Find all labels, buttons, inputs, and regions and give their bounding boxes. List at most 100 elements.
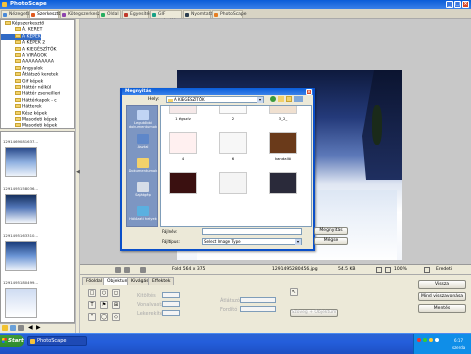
rect-tool-icon[interactable]: □ (88, 289, 96, 297)
thumbnail-list[interactable]: 1291469081637... 1291495158036... 12914951… (0, 131, 75, 323)
tab-7[interactable]: PhotoScape (212, 10, 247, 18)
tray-icon-4[interactable] (435, 338, 439, 342)
edit-option-input[interactable] (162, 310, 180, 316)
place-item[interactable]: Hálózati helyek (127, 206, 159, 221)
tray-icon-3[interactable] (429, 338, 433, 342)
filename-input[interactable] (202, 228, 302, 235)
tab-6[interactable]: Nyomtatás (183, 10, 216, 18)
stamp-tool-icon[interactable]: ⚑ (100, 301, 108, 309)
tree-item[interactable]: Á. KERET (1, 27, 42, 33)
chevron-down-icon[interactable]: ▾ (295, 239, 301, 245)
edit-option-input[interactable] (240, 297, 276, 303)
look-in-select[interactable]: A KIEGÉSZÍTŐK ▾ (166, 96, 264, 103)
open-button[interactable]: Megnyitás (314, 227, 348, 235)
thumbnail-image[interactable] (5, 194, 37, 224)
chevron-down-icon[interactable]: ▾ (257, 97, 263, 103)
cancel-button[interactable]: Mégse (314, 237, 348, 245)
folder-icon (15, 59, 21, 64)
save-button[interactable]: Mentés (418, 304, 466, 313)
filetype-select[interactable]: Select Image Type ▾ (202, 238, 302, 245)
tree-item[interactable]: AAAAAAAAAA (1, 59, 54, 65)
thumbnail-image[interactable] (5, 288, 37, 318)
zoom-out-icon[interactable] (385, 267, 391, 273)
new-folder-icon[interactable] (286, 96, 292, 102)
tree-item[interactable]: Háttér nélkül (1, 85, 51, 91)
rounded-rect-icon[interactable]: ◻ (112, 289, 120, 297)
file-thumbnail[interactable] (269, 172, 297, 194)
close-button[interactable]: × (462, 1, 469, 8)
text-tool-icon[interactable]: T (88, 301, 96, 309)
back-icon[interactable] (270, 96, 276, 102)
file-thumbnail[interactable] (269, 106, 297, 114)
tab-1[interactable]: Szerkesztő (29, 10, 61, 18)
tree-item[interactable]: Angyalok (1, 65, 43, 72)
tree-item[interactable]: Háttér zseneilleri (1, 91, 60, 97)
thumbnail-image[interactable] (5, 147, 37, 177)
tab-2[interactable]: Kötegszerkesztő (60, 10, 105, 18)
star-icon[interactable] (2, 325, 8, 331)
start-button[interactable]: Start (0, 335, 24, 347)
tab-5[interactable]: GIF animálás (150, 10, 182, 24)
zoom-in-icon[interactable] (424, 267, 430, 273)
tree-item[interactable]: Képszerkesztő (1, 21, 44, 27)
tree-item[interactable]: Masodeti képek (1, 123, 57, 128)
maximize-button[interactable]: □ (454, 1, 461, 8)
file-thumbnail[interactable] (269, 132, 297, 154)
thumbnail-image[interactable] (5, 241, 37, 271)
up-folder-icon[interactable] (278, 96, 284, 102)
place-item[interactable]: Sajátgép (127, 182, 159, 197)
tab-0[interactable]: Nézegető (1, 10, 30, 18)
tree-item[interactable]: Átlátszó keretek (1, 72, 58, 78)
quote-tool-icon[interactable]: “ (88, 313, 96, 321)
place-item[interactable]: Dokumentumok (127, 158, 159, 173)
undo-button[interactable]: Vissza (418, 280, 466, 289)
forward-arrow-icon[interactable]: ▶ (36, 324, 41, 331)
view-menu-icon[interactable] (294, 96, 303, 102)
dialog-close-button[interactable]: × (306, 88, 312, 95)
tray-icon-2[interactable] (423, 338, 427, 342)
tree-item[interactable]: A VIRÁGOK (1, 53, 47, 59)
taskbar-photoscape[interactable]: PhotoScape (27, 336, 87, 346)
edit-option-input[interactable] (162, 292, 180, 298)
file-thumbnail[interactable] (219, 106, 247, 114)
undo-all-button[interactable]: Mind visszavonása (418, 292, 466, 301)
tree-item[interactable]: Gif képek (1, 78, 43, 85)
minimize-button[interactable]: _ (446, 1, 453, 8)
tree-item[interactable]: Kész képek (1, 110, 47, 117)
file-thumbnail[interactable] (169, 132, 197, 154)
tree-item[interactable]: Hátterek (1, 104, 42, 110)
text-object-button[interactable]: Szöveg + Objektum (290, 309, 338, 317)
image-icon[interactable] (10, 325, 16, 331)
file-thumbnail[interactable] (169, 172, 197, 194)
rotate-right-icon[interactable] (124, 267, 130, 273)
rotate-left-icon[interactable] (115, 267, 121, 273)
file-list[interactable]: 1 égszív 2 3_2_ 4 6 kandalló (160, 105, 312, 227)
folder-icon[interactable] (18, 325, 24, 331)
left-toolbar: ◀ ▶ (0, 323, 75, 333)
place-item[interactable]: Legutóbbi dokumentumok (127, 110, 159, 129)
circle-tool-icon[interactable]: ◯ (100, 313, 108, 321)
ellipse-tool-icon[interactable]: ○ (100, 289, 108, 297)
place-item[interactable]: Asztal (127, 134, 159, 149)
tab-3[interactable]: Oldal (99, 10, 121, 18)
edit-tab[interactable]: Effektek (148, 277, 175, 285)
tree-item[interactable]: A KIEGÉSZÍTŐK (1, 46, 56, 53)
file-thumbnail[interactable] (169, 106, 197, 114)
folder-tree[interactable]: Képszerkesztő Á. KERET A KÉPEK A KÉPEK 2A K… (0, 19, 75, 129)
tab-4[interactable]: Egyesítés (122, 10, 152, 18)
frame-tool-icon[interactable]: ⊞ (112, 301, 120, 309)
tree-item[interactable]: Masodeti képek (1, 117, 57, 123)
edit-option-input[interactable] (240, 306, 276, 312)
shape-tool-icon[interactable]: ◇ (112, 313, 120, 321)
pointer-tool-icon[interactable]: ↖ (290, 288, 298, 296)
tree-item[interactable]: Háttérkapok - c (1, 97, 57, 104)
tree-item[interactable]: A KÉPEK (1, 33, 41, 40)
tree-item[interactable]: A KÉPEK 2 (1, 40, 45, 46)
flip-icon[interactable] (140, 267, 146, 273)
file-thumbnail[interactable] (219, 132, 247, 154)
tray-icon-1[interactable] (417, 338, 421, 342)
edit-option-input[interactable] (162, 301, 180, 307)
back-arrow-icon[interactable]: ◀ (28, 324, 33, 331)
file-thumbnail[interactable] (219, 172, 247, 194)
fit-icon[interactable] (376, 267, 382, 273)
